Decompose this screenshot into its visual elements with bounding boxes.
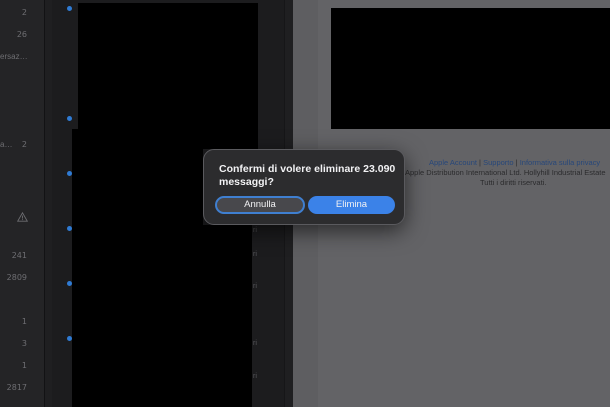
redacted-block <box>331 8 610 129</box>
unread-dot <box>67 6 72 11</box>
mailbox-count: 1 <box>21 317 27 326</box>
delete-button[interactable]: Elimina <box>308 196 395 214</box>
footer-address: Apple Distribution International Ltd. Ho… <box>405 168 606 177</box>
mailbox-count: 2 <box>21 8 27 17</box>
message-footer: Apple Account | Supporto | Informativa s… <box>400 158 610 188</box>
confirm-delete-dialog: Confermi di volere eliminare 23.090 mess… <box>203 149 405 225</box>
redacted-block <box>72 129 258 149</box>
privacy-policy-link[interactable]: Informativa sulla privacy <box>520 158 600 167</box>
mailbox-label-truncated[interactable]: a… <box>0 140 12 149</box>
mailbox-sidebar: 2 26 ersaz… a… 2 241 2809 1 3 1 2817 <box>0 0 44 407</box>
truncated-text: ri <box>253 373 257 380</box>
unread-dot <box>67 116 72 121</box>
mailbox-count: 26 <box>16 30 27 39</box>
truncated-text: ri <box>253 340 257 347</box>
cancel-button[interactable]: Annulla <box>215 196 305 214</box>
separator: | <box>479 158 481 167</box>
mailbox-count: 1 <box>21 361 27 370</box>
mailbox-count: 2817 <box>6 383 27 392</box>
apple-account-link[interactable]: Apple Account <box>429 158 477 167</box>
support-link[interactable]: Supporto <box>483 158 513 167</box>
separator: | <box>515 158 518 167</box>
mailbox-count: 2 <box>21 140 27 149</box>
redacted-block <box>78 225 252 407</box>
truncated-text: ri <box>253 251 257 258</box>
sidebar-divider <box>44 0 45 407</box>
footer-rights: Tutti i diritti riservati. <box>480 178 547 187</box>
mailbox-count: 2809 <box>6 273 27 282</box>
mailbox-count: 241 <box>11 251 27 260</box>
mailbox-count: 3 <box>21 339 27 348</box>
dialog-message: Confermi di volere eliminare 23.090 mess… <box>219 163 396 188</box>
mailbox-label-truncated[interactable]: ersaz… <box>0 52 28 61</box>
redacted-block <box>78 3 258 129</box>
warning-icon <box>16 209 29 227</box>
footer-links: Apple Account | Supporto | Informativa s… <box>400 158 610 168</box>
truncated-text: ri <box>253 227 257 234</box>
truncated-text: ri <box>253 283 257 290</box>
